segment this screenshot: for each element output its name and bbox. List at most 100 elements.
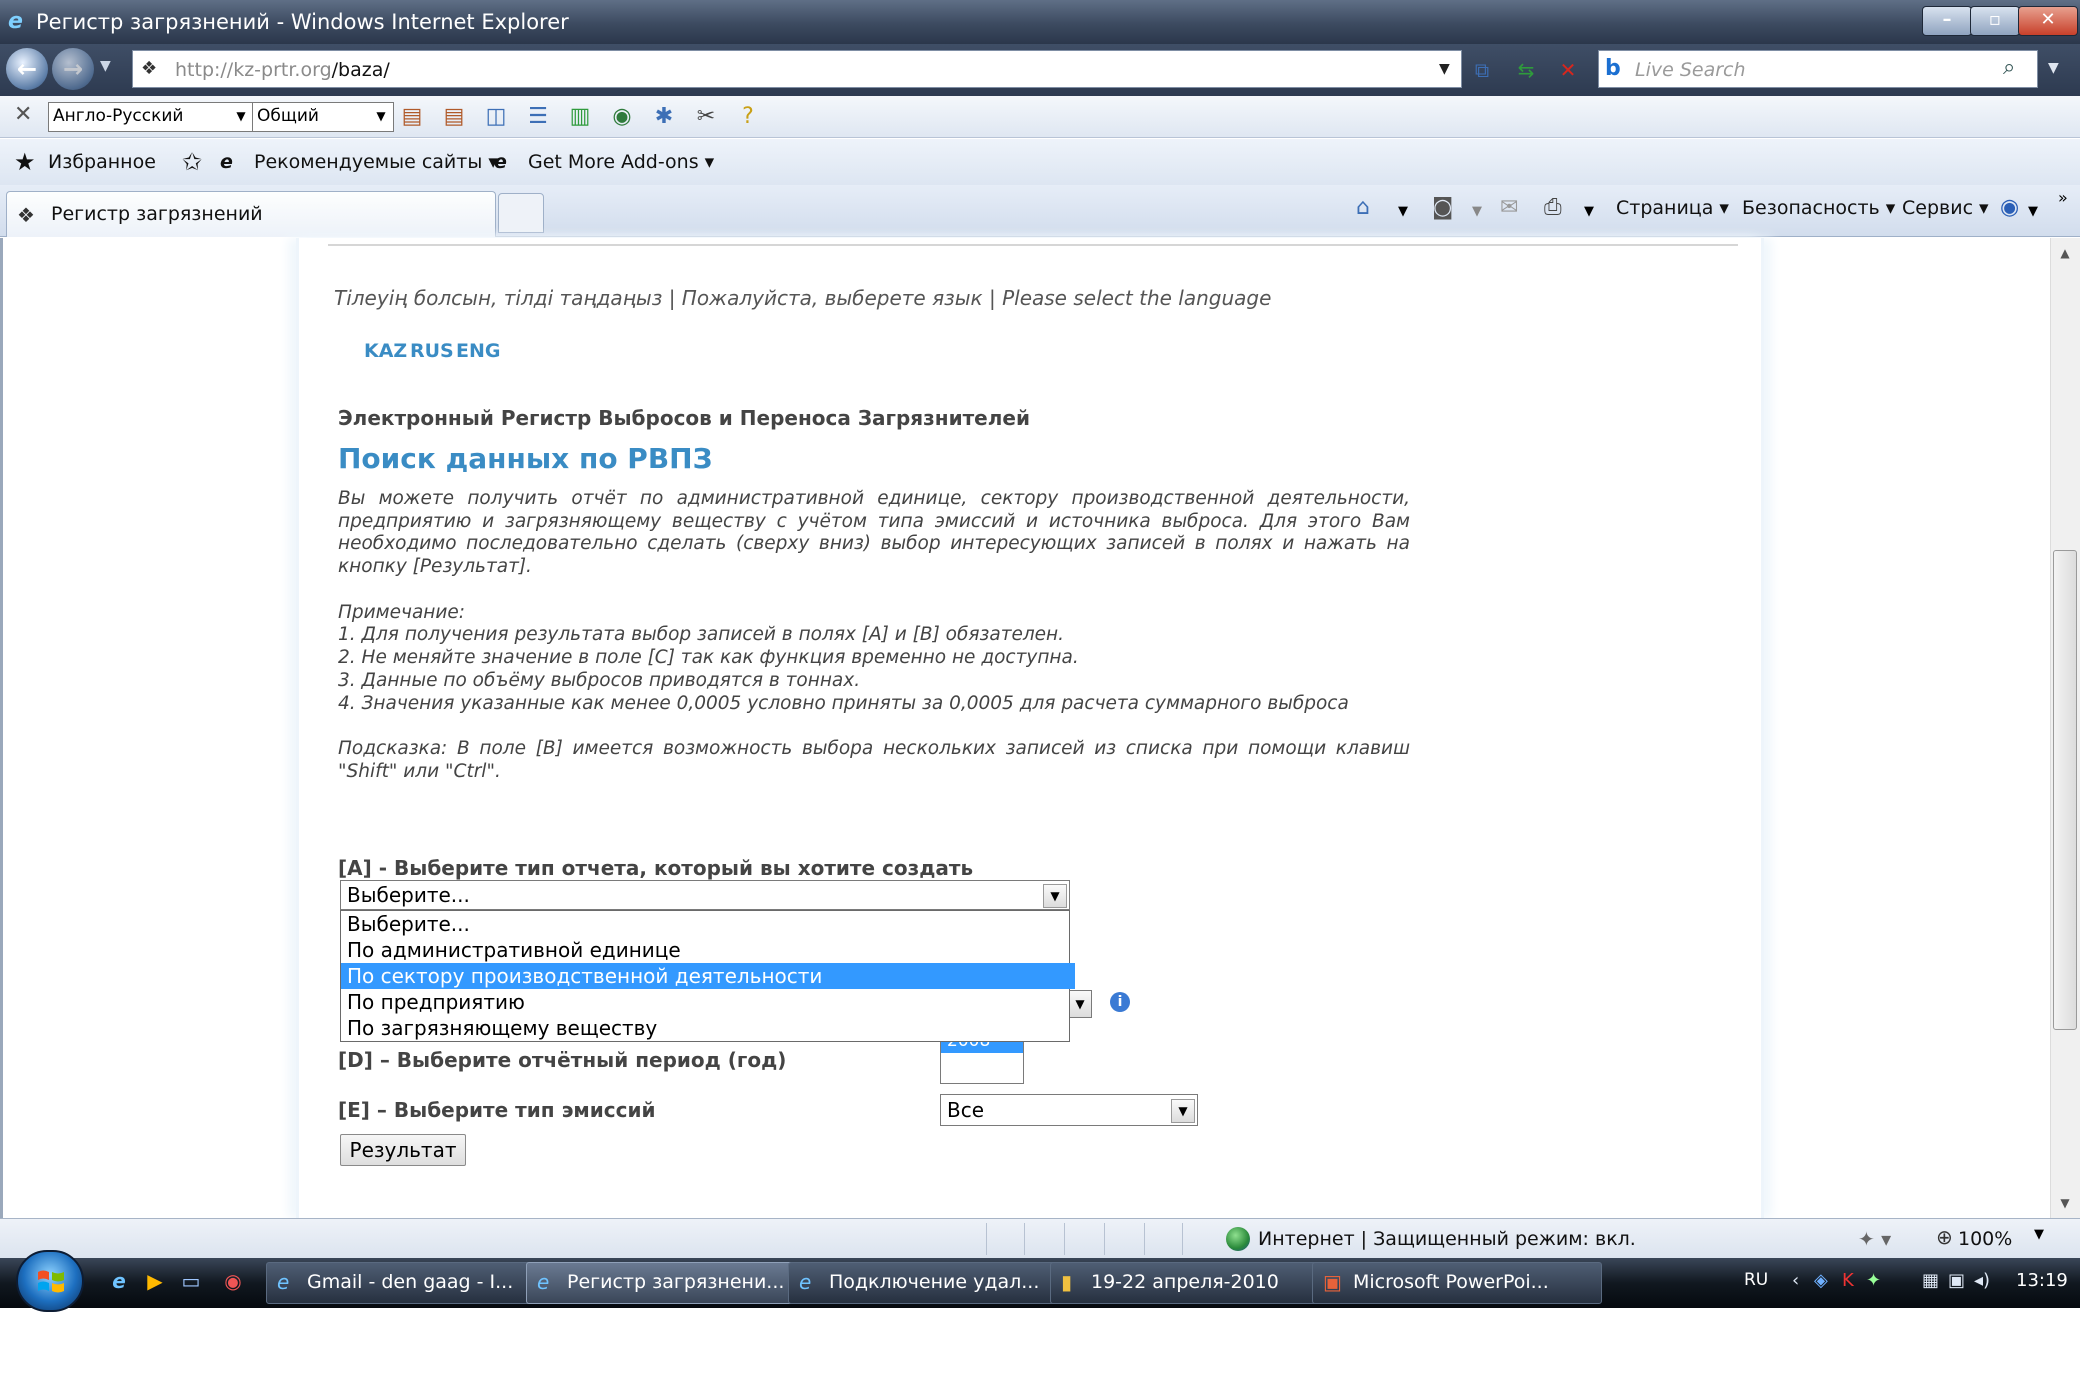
page-menu[interactable]: Страница ▾ <box>1616 185 1729 231</box>
forward-button[interactable]: → <box>52 48 94 90</box>
search-options-dropdown-icon[interactable]: ▼ <box>2048 60 2059 76</box>
input-language-indicator[interactable]: RU <box>1744 1270 1768 1290</box>
stop-icon[interactable]: ✕ <box>1554 56 1582 84</box>
language-link-rus[interactable]: RUS <box>410 340 454 362</box>
note-item: 3. Данные по объёму выбросов приводятся … <box>338 670 861 691</box>
emission-type-select[interactable]: Все ▼ <box>940 1094 1198 1126</box>
refresh-icon[interactable]: ⇆ <box>1512 56 1540 84</box>
option-select-prompt[interactable]: Выберите... <box>341 911 1075 937</box>
show-desktop-icon[interactable]: ▭ <box>178 1268 204 1294</box>
print-icon[interactable]: ⎙ <box>1544 195 1562 221</box>
tray-antivirus-icon[interactable]: K <box>1842 1270 1854 1291</box>
translate-text-icon[interactable]: ▤ <box>440 103 468 131</box>
zoom-dropdown-icon[interactable]: ▼ <box>2034 1227 2044 1242</box>
status-divider <box>986 1223 987 1255</box>
note-item: 2. Не меняйте значение в поле [C] так ка… <box>338 647 1079 668</box>
status-bar: Интернет | Защищенный режим: вкл. ✦ ▾ ⊕ … <box>0 1218 2080 1258</box>
taskbar-item-register[interactable]: e Регистр загрязнени... <box>526 1262 818 1304</box>
book-icon[interactable]: ▥ <box>566 103 594 131</box>
url-text[interactable]: http://kz-prtr.org/baza/ <box>175 51 390 89</box>
chrome-icon[interactable]: ◉ <box>220 1268 246 1294</box>
ie-quicklaunch-icon[interactable]: e <box>106 1268 132 1294</box>
home-icon[interactable]: ⌂ <box>1356 195 1370 221</box>
tray-device-icon[interactable]: ▦ <box>1922 1270 1939 1291</box>
media-player-icon[interactable]: ▶ <box>142 1268 168 1294</box>
back-button[interactable]: ← <box>6 48 48 90</box>
chevron-down-icon[interactable]: ▼ <box>2028 199 2038 225</box>
status-divider <box>1144 1223 1145 1255</box>
close-window-button[interactable]: ✕ <box>2018 6 2078 36</box>
search-icon[interactable]: ⌕ <box>2003 55 2015 80</box>
translate-page-icon[interactable]: ◫ <box>482 103 510 131</box>
option-enterprise[interactable]: По предприятию <box>341 989 1075 1015</box>
get-addons-button[interactable]: Get More Add-ons ▾ <box>528 139 714 185</box>
language-link-eng[interactable]: ENG <box>456 340 500 362</box>
tab-active[interactable]: ❖ Регистр загрязнений <box>6 191 496 237</box>
chevron-down-icon[interactable]: ▼ <box>1043 884 1067 908</box>
language-prompt: Тілеуің болсын, тілді таңдаңыз | Пожалуй… <box>334 286 1272 310</box>
option-admin-unit[interactable]: По административной единице <box>341 937 1075 963</box>
mail-icon[interactable]: ✉ <box>1500 195 1518 221</box>
clock[interactable]: 13:19 <box>2016 1270 2068 1291</box>
taskbar-item-remote[interactable]: e Подключение удал... <box>788 1262 1076 1304</box>
protected-mode-icon[interactable]: ✦ ▾ <box>1858 1227 1891 1251</box>
add-to-favorites-icon[interactable]: ✩ <box>182 139 202 185</box>
tray-update-icon[interactable]: ✦ <box>1866 1270 1881 1291</box>
report-type-select[interactable]: Выберите... ▼ <box>340 880 1070 910</box>
new-tab-button[interactable] <box>498 193 544 233</box>
scroll-up-arrow-icon[interactable]: ▲ <box>2052 240 2078 266</box>
favorites-button[interactable]: Избранное <box>48 139 156 185</box>
dictionary-icon[interactable]: ▤ <box>398 103 426 131</box>
note-heading: Примечание: <box>338 602 466 623</box>
report-type-options-list[interactable]: Выберите... По административной единице … <box>340 910 1075 1042</box>
favorites-star-icon[interactable]: ★ <box>14 139 36 185</box>
info-icon[interactable]: i <box>1110 992 1130 1012</box>
chevron-down-icon[interactable]: ▼ <box>1398 199 1408 225</box>
address-dropdown-icon[interactable]: ▼ <box>1439 61 1450 77</box>
tray-expand-icon[interactable]: ‹ <box>1792 1270 1799 1291</box>
more-commands-icon[interactable]: » <box>2058 185 2068 211</box>
live-search-logo-icon: b <box>1605 56 1621 81</box>
chevron-down-icon[interactable]: ▼ <box>1472 199 1482 225</box>
compatibility-view-icon[interactable]: ⧉ <box>1468 56 1496 84</box>
history-dropdown-icon[interactable]: ▼ <box>100 58 111 74</box>
tools-icon[interactable]: ✂ <box>692 103 720 131</box>
tray-network-icon[interactable]: ▣ <box>1948 1270 1965 1291</box>
zoom-icon[interactable]: ⊕ <box>1936 1225 1953 1249</box>
minimize-button[interactable]: – <box>1922 6 1972 36</box>
settings-icon[interactable]: ✱ <box>650 103 678 131</box>
magnifier-icon[interactable]: ◉ <box>608 103 636 131</box>
topic-select[interactable]: Общий ▼ <box>252 102 394 132</box>
option-industry-sector[interactable]: По сектору производственной деятельности <box>341 963 1075 989</box>
maximize-button[interactable]: ▫ <box>1970 6 2020 36</box>
emission-type-value: Все <box>947 1098 985 1122</box>
language-link-kaz[interactable]: KAZ <box>364 340 407 362</box>
feeds-icon[interactable]: ◙ <box>1432 195 1453 221</box>
taskbar-item-gmail[interactable]: e Gmail - den gaag - I... <box>266 1262 554 1304</box>
live-search-input[interactable]: b Live Search ⌕ <box>1598 50 2038 88</box>
tools-menu[interactable]: Сервис ▾ <box>1902 185 1989 231</box>
taskbar-item-powerpoint[interactable]: ▣ Microsoft PowerPoi... <box>1312 1262 1602 1304</box>
favorites-bar: ★ Избранное ✩ e Рекомендуемые сайты ▾ e … <box>0 139 2080 185</box>
safety-menu[interactable]: Безопасность ▾ <box>1742 185 1895 231</box>
chevron-down-icon[interactable]: ▼ <box>1171 1099 1195 1123</box>
taskbar-item-folder[interactable]: ▮ 19-22 апреля-2010 <box>1050 1262 1338 1304</box>
suggested-sites-button[interactable]: Рекомендуемые сайты ▾ <box>254 139 498 185</box>
zoom-level[interactable]: 100% <box>1958 1219 2012 1259</box>
scrollbar-thumb[interactable] <box>2053 550 2077 1030</box>
status-divider <box>1104 1223 1105 1255</box>
tray-network-app-icon[interactable]: ◈ <box>1814 1270 1828 1291</box>
help-icon[interactable]: ? <box>734 103 762 131</box>
tray-volume-icon[interactable]: ◂) <box>1974 1270 1990 1291</box>
language-pair-select[interactable]: Англо-Русский ▼ <box>48 102 254 132</box>
list-icon[interactable]: ☰ <box>524 103 552 131</box>
address-field[interactable]: ❖ http://kz-prtr.org/baza/ ▼ <box>132 50 1462 88</box>
option-pollutant[interactable]: По загрязняющему веществу <box>341 1015 1075 1041</box>
scroll-down-arrow-icon[interactable]: ▼ <box>2052 1190 2078 1216</box>
close-toolbar-icon[interactable]: ✕ <box>14 102 32 127</box>
result-button[interactable]: Результат <box>340 1134 466 1166</box>
chevron-down-icon[interactable]: ▼ <box>1584 199 1594 225</box>
security-zone-text[interactable]: Интернет | Защищенный режим: вкл. <box>1258 1219 1636 1259</box>
help-menu-icon[interactable]: ◉ <box>2000 195 2019 221</box>
start-button[interactable] <box>16 1250 84 1312</box>
